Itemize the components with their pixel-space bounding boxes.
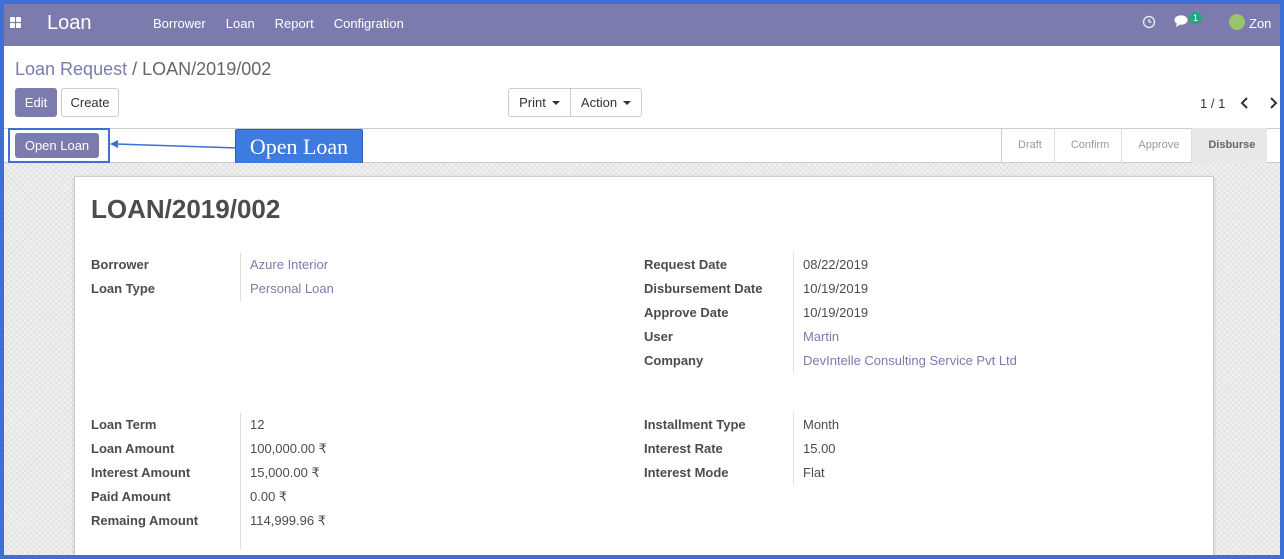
field-value: 12 [250,417,265,432]
field-value: 0.00 ₹ [250,489,288,504]
menu-item-borrower[interactable]: Borrower [153,16,206,31]
menu-item-loan[interactable]: Loan [226,16,255,31]
field-label: Borrower [91,257,149,272]
user-avatar[interactable] [1229,14,1245,30]
field-label: Loan Type [91,281,156,296]
field-row-loan-amount: Loan Amount 100,000.00 ₹ [91,437,611,461]
field-label: Loan Amount [91,441,175,456]
chevron-down-icon [551,100,560,105]
breadcrumb-separator: / [132,59,138,79]
pager-value[interactable]: 1 / 1 [1200,96,1225,111]
action-label: Action [580,95,618,110]
field-row-interest-amount: Interest Amount 15,000.00 ₹ [91,461,611,485]
print-dropdown[interactable]: Print [508,88,571,117]
field-value: 10/19/2019 [803,281,869,296]
field-label: Approve Date [644,305,729,320]
app-title: Loan [47,12,92,34]
stage-statusbar: Draft Confirm Approve Disburse [1001,128,1268,163]
field-row-loan-term: Loan Term 12 [91,413,611,437]
field-value: 10/19/2019 [803,305,869,320]
field-label: Installment Type [644,417,746,432]
field-label: Company [644,353,704,368]
field-row-interest-rate: Interest Rate 15.00 [644,437,1184,461]
annotation-callout: Open Loan [235,129,363,165]
field-row-approve-date: Approve Date 10/19/2019 [644,301,1184,325]
print-label: Print [519,95,546,110]
field-row-installment-type: Installment Type Month [644,413,1184,437]
field-value: 08/22/2019 [803,257,869,272]
field-label: Loan Term [91,417,157,432]
app-frame: Loan Borrower Loan Report Configration 1… [0,0,1284,559]
main-menu: Borrower Loan Report Configration [153,16,404,31]
messages-chat-icon[interactable] [1174,14,1190,29]
field-value: 15.00 [803,441,836,456]
field-group-right-bottom: Installment Type Month Interest Rate 15.… [644,413,1184,485]
apps-grid-icon[interactable] [10,17,22,29]
field-label: Disbursement Date [644,281,763,296]
user-link[interactable]: Martin [803,329,839,344]
field-row-paid-amount: Paid Amount 0.00 ₹ [91,485,611,509]
loan-type-link[interactable]: Personal Loan [250,281,334,296]
menu-item-configuration[interactable]: Configration [334,16,404,31]
record-title: LOAN/2019/002 [91,194,281,224]
pager-next-icon[interactable] [1268,96,1278,110]
activity-clock-icon[interactable] [1142,15,1156,29]
field-row-borrower: Borrower Azure Interior [91,253,611,277]
field-value: 114,999.96 ₹ [250,513,326,528]
field-label: Request Date [644,257,728,272]
field-row-interest-mode: Interest Mode Flat [644,461,1184,485]
field-label: Paid Amount [91,489,171,504]
field-label: Remaing Amount [91,513,199,528]
field-row-disbursement-date: Disbursement Date 10/19/2019 [644,277,1184,301]
menu-item-report[interactable]: Report [275,16,314,31]
create-button[interactable]: Create [61,88,119,117]
company-link[interactable]: DevIntelle Consulting Service Pvt Ltd [803,353,1017,368]
pager-previous-icon[interactable] [1240,96,1250,110]
action-dropdown[interactable]: Action [570,88,642,117]
stage-confirm[interactable]: Confirm [1053,128,1122,163]
stage-draft[interactable]: Draft [1001,128,1054,163]
field-label: Interest Mode [644,465,729,480]
form-sheet: LOAN/2019/002 Borrower Azure Interior Lo… [74,176,1214,555]
borrower-link[interactable]: Azure Interior [250,257,328,272]
messages-count-badge: 1 [1189,12,1203,24]
breadcrumb: Loan Request / LOAN/2019/002 [15,59,271,80]
field-label: Interest Rate [644,441,723,456]
user-name[interactable]: Zon [1249,16,1271,31]
edit-button[interactable]: Edit [15,88,57,117]
field-value: Month [803,417,840,432]
field-label: Interest Amount [91,465,191,480]
field-label: User [644,329,673,344]
chevron-down-icon [623,100,632,105]
stage-approve[interactable]: Approve [1121,128,1191,163]
field-value: Flat [803,465,825,480]
field-group-right-top: Request Date 08/22/2019 Disbursement Dat… [644,253,1184,373]
field-row-user: User Martin [644,325,1184,349]
field-group-left-top: Borrower Azure Interior Loan Type Person… [91,253,611,301]
field-row-loan-type: Loan Type Personal Loan [91,277,611,301]
field-row-company: Company DevIntelle Consulting Service Pv… [644,349,1184,373]
stage-disburse[interactable]: Disburse [1191,128,1268,163]
breadcrumb-current: LOAN/2019/002 [142,59,272,79]
field-row-request-date: Request Date 08/22/2019 [644,253,1184,277]
field-value: 15,000.00 ₹ [250,465,320,480]
breadcrumb-parent[interactable]: Loan Request [15,59,127,79]
field-group-left-bottom: Loan Term 12 Loan Amount 100,000.00 ₹ In… [91,413,611,549]
open-loan-button[interactable]: Open Loan [15,133,99,158]
top-navbar: Loan Borrower Loan Report Configration 1… [4,4,1280,46]
field-value: 100,000.00 ₹ [250,441,327,456]
annotation-arrow-icon [110,140,238,149]
field-row-remaining-amount: Remaing Amount 114,999.96 ₹ [91,509,611,533]
